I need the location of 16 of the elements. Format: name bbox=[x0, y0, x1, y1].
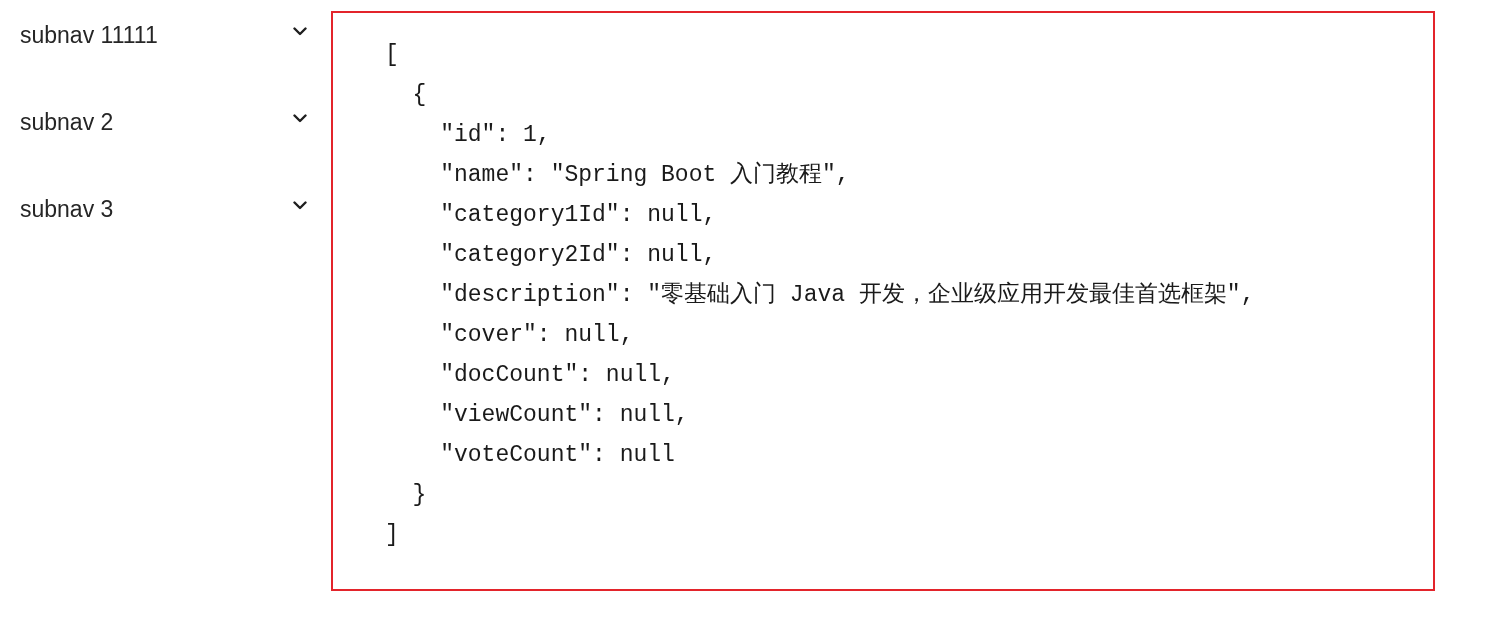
code-line: } bbox=[411, 481, 427, 510]
code-line: "category2Id": null, bbox=[439, 241, 717, 270]
code-line: [ bbox=[385, 41, 399, 70]
code-line: "category1Id": null, bbox=[439, 201, 717, 230]
sidebar-submenu-item[interactable]: subnav 11111 bbox=[0, 13, 331, 57]
code-line: "description": "零基础入门 Java 开发，企业级应用开发最佳首选框架", bbox=[439, 280, 1255, 310]
code-line: { bbox=[411, 81, 427, 110]
code-line: "id": 1, bbox=[439, 121, 551, 150]
sidebar-submenu-item[interactable]: subnav 3 bbox=[0, 187, 331, 231]
code-line: "cover": null, bbox=[439, 321, 634, 350]
code-line: ] bbox=[385, 521, 399, 550]
sidebar-submenu-item[interactable]: subnav 2 bbox=[0, 100, 331, 144]
code-line: "name": "Spring Boot 入门教程", bbox=[439, 160, 850, 190]
code-line: "viewCount": null, bbox=[439, 401, 689, 430]
code-line: "docCount": null, bbox=[439, 361, 675, 390]
code-line: "voteCount": null bbox=[439, 441, 675, 470]
